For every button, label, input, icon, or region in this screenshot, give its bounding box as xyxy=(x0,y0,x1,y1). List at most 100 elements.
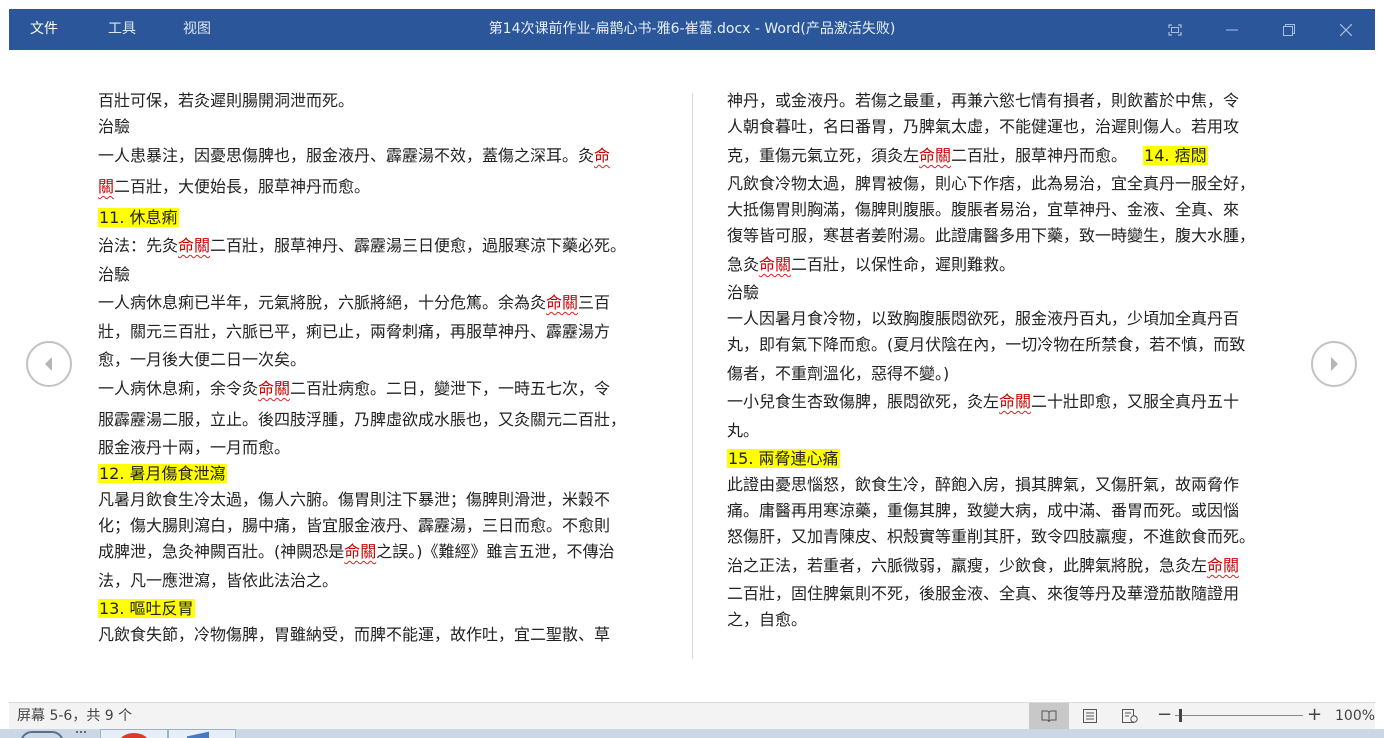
spellcheck-word[interactable]: 關 xyxy=(98,177,114,196)
minimize-icon xyxy=(1226,29,1238,30)
menu-file[interactable]: 文件 xyxy=(30,9,58,50)
close-icon xyxy=(1340,23,1352,36)
spellcheck-word[interactable]: 命關 xyxy=(546,293,578,312)
restore-button[interactable] xyxy=(1260,9,1318,50)
text-line: 成脾泄，急灸神闕百壯。(神闕恐是命關之誤。)《難經》雖言五泄，不傳治 xyxy=(98,539,660,565)
restore-icon xyxy=(1283,23,1295,36)
text-run: 克，重傷元氣立死，須灸左 xyxy=(727,146,920,165)
spellcheck-word[interactable]: 命關 xyxy=(999,392,1031,411)
highlighted-heading: 13. 嘔吐反胃 xyxy=(98,599,195,618)
status-bar: 屏幕 5-6，共 9 个 − + 100% xyxy=(9,702,1375,729)
text-run: 治法：先灸 xyxy=(98,236,179,255)
read-mode-button[interactable] xyxy=(1029,703,1069,729)
text-line: 復等皆可服，寒甚者姜附湯。此證庸醫多用下藥，致一時變生，腹大水腫， xyxy=(727,226,1256,245)
text-line: 凡飲食失節，冷物傷脾，胃雖納受，而脾不能運，故作吐，宜二聖散、草 xyxy=(98,625,611,644)
section-heading-13: 13. 嘔吐反胃 xyxy=(98,596,660,622)
text-line: 之，自愈。 xyxy=(727,610,808,629)
right-page: 神丹，或金液丹。若傷之最重，再兼六慾七情有損者，則飲蓄於中焦，令 人朝食暮吐，名… xyxy=(727,88,1289,633)
text-line: 服霹靂湯二服，立止。後四肢浮腫，乃脾虛欲成水脹也，又灸關元二百壯， xyxy=(98,410,627,429)
title-bar: 文件 工具 视图 第14次课前作业-扁鹊心书-雅6-崔蕾.docx - Word… xyxy=(9,9,1375,50)
text-line: 丸。 xyxy=(727,421,760,440)
text-line: 一人病休息痢已半年，元氣將脫，六脈將絕，十分危篤。余為灸命關三百 xyxy=(98,290,660,316)
taskbar-grip xyxy=(76,731,86,738)
text-run: 一人病休息痢，余令灸 xyxy=(98,379,259,398)
spellcheck-word[interactable]: 命關 xyxy=(1207,556,1239,575)
page-divider xyxy=(692,93,693,659)
zoom-level[interactable]: 100% xyxy=(1335,703,1375,729)
screen-count[interactable]: 屏幕 5-6，共 9 个 xyxy=(17,703,132,729)
taskbar xyxy=(0,729,1384,738)
text-line: 傷者，不重劑溫化，惡得不變。) xyxy=(727,364,950,383)
start-orb[interactable] xyxy=(20,731,64,738)
spellcheck-word[interactable]: 命關 xyxy=(759,255,791,274)
section-heading-12: 12. 暑月傷食泄瀉 xyxy=(98,461,660,487)
text-line: 急灸命關二百壯，以保性命，遲則難救。 xyxy=(727,249,1289,280)
zoom-out-button[interactable]: − xyxy=(1157,703,1172,727)
spellcheck-word[interactable]: 命關 xyxy=(919,146,951,165)
text-run: 二百壯病愈。二日，變泄下，一時五七次，令 xyxy=(290,379,611,398)
close-button[interactable] xyxy=(1317,9,1375,50)
taskbar-button[interactable] xyxy=(100,729,168,738)
text-run: 二百壯，大便始長，服草神丹而愈。 xyxy=(114,177,371,196)
text-line: 痛。庸醫再用寒涼藥，重傷其脾，致變大病，成中滿、番胃而死。或因惱 xyxy=(727,501,1240,520)
text-line: 化；傷大腸則瀉白，腸中痛，皆宜服金液丹、霹靂湯，三日而愈。不愈則 xyxy=(98,516,611,535)
text-line: 一小兒食生杏致傷脾，脹悶欲死，灸左命關二十壯即愈，又服全真丹五十 xyxy=(727,389,1289,415)
text-line: 一人病休息痢，余令灸命關二百壯病愈。二日，變泄下，一時五七次，令 xyxy=(98,373,660,404)
text-line: 治法：先灸命關二百壯，服草神丹、霹靂湯三日便愈，過服寒涼下藥必死。 xyxy=(98,233,660,259)
text-line: 人朝食暮吐，名曰番胃，乃脾氣太虛，不能健運也，治遲則傷人。若用攻 xyxy=(727,117,1240,136)
chevron-left-icon xyxy=(45,357,52,371)
print-layout-button[interactable] xyxy=(1070,703,1110,729)
text-line: 關二百壯，大便始長，服草神丹而愈。 xyxy=(98,171,660,202)
spellcheck-word[interactable]: 命關 xyxy=(258,379,290,398)
text-line: 百壯可保，若灸遲則腸開洞泄而死。 xyxy=(98,91,355,110)
text-line: 愈，一月後大便二日一次矣。 xyxy=(98,350,307,369)
text-run: 一人病休息痢已半年，元氣將脫，六脈將絕，十分危篤。余為灸 xyxy=(98,293,547,312)
text-run: 二十壯即愈，又服全真丹五十 xyxy=(1031,392,1240,411)
text-line: 治之正法，若重者，六脈微弱，羸瘦，少飲食，此脾氣將脫，急灸左命關 xyxy=(727,550,1289,581)
menu-view[interactable]: 视图 xyxy=(183,9,211,50)
spellcheck-word[interactable]: 命關 xyxy=(178,236,210,255)
text-line: 法，凡一應泄瀉，皆依此法治之。 xyxy=(98,571,339,590)
zoom-slider[interactable] xyxy=(1175,715,1303,716)
previous-screen-button[interactable] xyxy=(26,341,72,387)
text-line: 凡飲食冷物太過，脾胃被傷，則心下作痞，此為易治，宜全真丹一服全好， xyxy=(727,174,1256,193)
web-layout-button[interactable] xyxy=(1110,703,1150,729)
web-layout-icon xyxy=(1122,709,1138,723)
highlighted-heading: 11. 休息痢 xyxy=(98,208,179,227)
zoom-slider-thumb[interactable] xyxy=(1179,709,1182,722)
spellcheck-word[interactable]: 命關 xyxy=(344,542,376,561)
text-run: 治之正法，若重者，六脈微弱，羸瘦，少飲食，此脾氣將脫，急灸左 xyxy=(727,556,1208,575)
focus-mode-button[interactable] xyxy=(1146,9,1204,50)
minimize-button[interactable] xyxy=(1203,9,1261,50)
spellcheck-word[interactable]: 命 xyxy=(594,146,610,165)
menu-tools[interactable]: 工具 xyxy=(108,9,136,50)
text-run: 二百壯，服草神丹而愈。 xyxy=(951,146,1128,165)
text-run: 三百 xyxy=(578,293,611,312)
chevron-right-icon xyxy=(1331,357,1338,371)
text-line: 壯，關元三百壯，六脈已平，痢已止，兩脅刺痛，再服草神丹、霹靂湯方 xyxy=(98,322,611,341)
text-line: 治驗 xyxy=(98,117,131,136)
text-line: 神丹，或金液丹。若傷之最重，再兼六慾七情有損者，則飲蓄於中焦，令 xyxy=(727,91,1240,110)
text-line: 一人患暴注，因憂思傷脾也，服金液丹、霹靂湯不效，蓋傷之深耳。灸命 xyxy=(98,140,660,171)
text-line: 二百壯，固住脾氣則不死，後服金液、全真、來復等丹及華澄茄散隨證用 xyxy=(727,584,1240,603)
taskbar-button[interactable] xyxy=(168,729,236,738)
print-layout-icon xyxy=(1083,709,1097,723)
highlighted-heading: 15. 兩脅連心痛 xyxy=(727,449,840,468)
app-icon xyxy=(119,733,149,738)
section-heading-15: 15. 兩脅連心痛 xyxy=(727,446,1289,472)
highlighted-heading: 14. 痞悶 xyxy=(1143,146,1208,165)
text-line: 治驗 xyxy=(727,283,760,302)
text-line: 丸，即有氣下降而愈。(夏月伏陰在內，一切冷物在所禁食，若不慎，而致 xyxy=(727,335,1246,354)
zoom-in-button[interactable]: + xyxy=(1307,703,1322,727)
text-line: 大抵傷胃則胸滿，傷脾則腹脹。腹脹者易治，宜草神丹、金液、全真、來 xyxy=(727,200,1240,219)
highlighted-heading: 12. 暑月傷食泄瀉 xyxy=(98,464,227,483)
text-run: 二百壯，服草神丹、霹靂湯三日便愈，過服寒涼下藥必死。 xyxy=(210,236,627,255)
text-line: 治驗 xyxy=(98,265,131,284)
text-line: 凡暑月飲食生冷太過，傷人六腑。傷胃則注下暴泄；傷脾則滑泄，米穀不 xyxy=(98,490,611,509)
left-page: 百壯可保，若灸遲則腸開洞泄而死。 治驗 一人患暴注，因憂思傷脾也，服金液丹、霹靂… xyxy=(98,88,660,648)
focus-mode-icon xyxy=(1168,23,1182,36)
next-screen-button[interactable] xyxy=(1311,341,1357,387)
text-run: 一人患暴注，因憂思傷脾也，服金液丹、霹靂湯不效，蓋傷之深耳。灸 xyxy=(98,146,595,165)
text-line: 怒傷肝，又加青陳皮、枳殼實等重削其肝，致令四肢羸瘦，不進飲食而死。 xyxy=(727,527,1256,546)
read-mode-icon xyxy=(1041,710,1057,723)
